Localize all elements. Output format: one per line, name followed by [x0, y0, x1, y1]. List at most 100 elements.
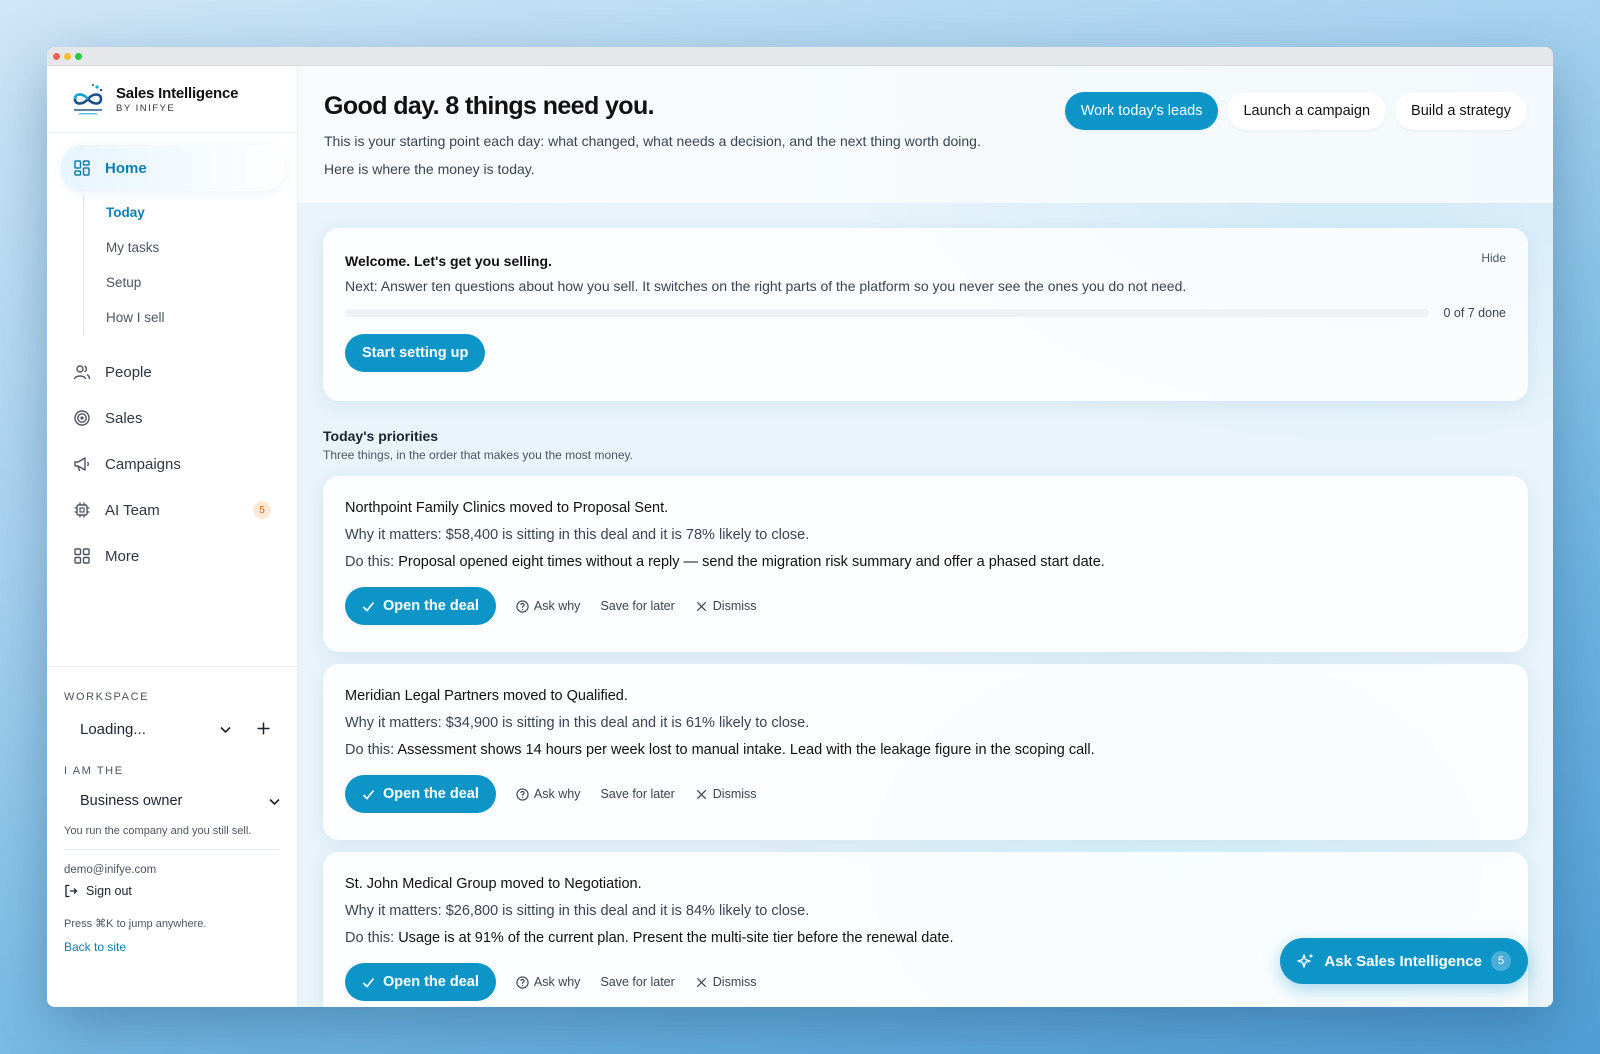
back-to-site-link[interactable]: Back to site: [64, 940, 280, 954]
people-icon: [73, 365, 91, 380]
subnav-item-my-tasks[interactable]: My tasks: [106, 230, 285, 265]
do-text: Usage is at 91% of the current plan. Pre…: [398, 930, 954, 946]
subnav-item-how-i-sell[interactable]: How I sell: [106, 300, 285, 335]
priority-do: Do this: Assessment shows 14 hours per w…: [345, 742, 1506, 758]
dismiss-button[interactable]: Dismiss: [695, 787, 757, 801]
app-window: Sales Intelligence BY INIFYE Home Today: [47, 47, 1553, 1007]
close-icon: [696, 789, 706, 799]
check-icon: [362, 789, 375, 800]
do-label: Do this:: [345, 930, 395, 946]
sidebar: Sales Intelligence BY INIFYE Home Today: [47, 66, 298, 1007]
why-text: $34,900 is sitting in this deal and it i…: [445, 715, 810, 731]
help-circle-icon: [516, 975, 529, 989]
ask-why-label: Ask why: [533, 975, 581, 989]
why-label: Why it matters:: [345, 903, 442, 919]
launch-campaign-button[interactable]: Launch a campaign: [1227, 92, 1387, 130]
priority-card: Meridian Legal Partners moved to Qualifi…: [323, 664, 1528, 840]
nav-item-ai-team[interactable]: AI Team 5: [61, 487, 285, 533]
maximize-window-button[interactable]: [75, 52, 82, 60]
open-deal-button[interactable]: Open the deal: [345, 587, 496, 625]
ask-assistant-button[interactable]: Ask Sales Intelligence 5: [1280, 938, 1528, 984]
why-text: $26,800 is sitting in this deal and it i…: [445, 903, 810, 919]
nav-item-label: Sales: [105, 409, 143, 427]
priority-why: Why it matters: $26,800 is sitting in th…: [345, 903, 1506, 919]
user-email: demo@inifye.com: [64, 864, 157, 876]
chevron-down-icon: [220, 722, 231, 737]
priority-actions: Open the deal Ask why Save for later Dis…: [345, 587, 1506, 625]
chevron-down-icon: [269, 794, 280, 809]
open-deal-button[interactable]: Open the deal: [345, 775, 496, 813]
nav-item-sales[interactable]: Sales: [61, 395, 285, 441]
progress-label: 0 of 7 done: [1443, 306, 1506, 320]
sign-out-label: Sign out: [86, 884, 132, 898]
check-icon: [362, 601, 375, 612]
nav-item-people[interactable]: People: [61, 349, 285, 395]
dismiss-label: Dismiss: [712, 787, 757, 801]
ask-why-label: Ask why: [533, 787, 581, 801]
dismiss-label: Dismiss: [712, 599, 757, 613]
subnav-item-setup[interactable]: Setup: [106, 265, 285, 300]
ai-team-badge: 5: [253, 501, 271, 519]
brand[interactable]: Sales Intelligence BY INIFYE: [47, 66, 297, 133]
nav-item-home[interactable]: Home: [61, 145, 285, 191]
open-deal-label: Open the deal: [383, 786, 479, 802]
why-label: Why it matters:: [345, 527, 442, 543]
chip-icon: [74, 502, 90, 518]
sparkles-icon: [1297, 953, 1314, 968]
add-workspace-button[interactable]: [257, 718, 270, 741]
target-icon: [74, 410, 90, 426]
brand-sub: BY INIFYE: [116, 102, 176, 114]
priority-card: Northpoint Family Clinics moved to Propo…: [323, 476, 1528, 652]
workspace-select[interactable]: Loading...: [64, 707, 280, 751]
open-deal-button[interactable]: Open the deal: [345, 963, 496, 1001]
save-for-later-button[interactable]: Save for later: [600, 599, 674, 613]
nav-item-more[interactable]: More: [61, 533, 285, 579]
nav-item-label: More: [105, 547, 140, 565]
close-window-button[interactable]: [53, 52, 60, 60]
priority-title: Northpoint Family Clinics moved to Propo…: [345, 500, 669, 516]
do-label: Do this:: [345, 742, 395, 758]
help-circle-icon: [516, 787, 529, 801]
help-circle-icon: [516, 599, 529, 613]
brand-logo-icon: [73, 84, 103, 115]
start-setup-button[interactable]: Start setting up: [345, 334, 486, 372]
hide-button[interactable]: Hide: [1481, 251, 1506, 265]
page-intro: This is your starting point each day: wh…: [324, 133, 981, 149]
why-text: $58,400 is sitting in this deal and it i…: [445, 527, 810, 543]
welcome-card: Welcome. Let's get you selling. Next: An…: [323, 228, 1528, 401]
welcome-description: Next: Answer ten questions about how you…: [345, 278, 1187, 294]
main-nav: Home Today My tasks Setup How I sell Peo…: [47, 133, 297, 579]
role-select[interactable]: Business owner: [64, 779, 280, 823]
work-leads-button[interactable]: Work today's leads: [1064, 92, 1219, 130]
home-subnav: Today My tasks Setup How I sell: [83, 195, 285, 335]
nav-item-campaigns[interactable]: Campaigns: [61, 441, 285, 487]
shortcut-hint: Press ⌘K to jump anywhere.: [64, 918, 207, 930]
close-icon: [696, 977, 706, 987]
ask-why-button[interactable]: Ask why: [516, 975, 581, 989]
priority-why: Why it matters: $58,400 is sitting in th…: [345, 527, 1506, 543]
sign-out-button[interactable]: Sign out: [64, 884, 280, 898]
role-label: I AM THE: [64, 765, 124, 777]
sign-out-icon: [65, 884, 78, 898]
save-for-later-button[interactable]: Save for later: [600, 787, 674, 801]
ask-why-button[interactable]: Ask why: [516, 787, 581, 801]
do-text: Assessment shows 14 hours per week lost …: [397, 742, 1095, 758]
dismiss-button[interactable]: Dismiss: [695, 975, 757, 989]
open-deal-label: Open the deal: [383, 974, 479, 990]
workspace-label: WORKSPACE: [64, 691, 150, 703]
ask-why-button[interactable]: Ask why: [516, 599, 580, 613]
open-deal-label: Open the deal: [383, 598, 479, 614]
dismiss-label: Dismiss: [712, 975, 757, 989]
minimize-window-button[interactable]: [64, 52, 71, 60]
dismiss-button[interactable]: Dismiss: [695, 599, 757, 613]
nav-item-label: Campaigns: [105, 455, 181, 473]
welcome-title: Welcome. Let's get you selling.: [345, 253, 552, 269]
subnav-item-today[interactable]: Today: [106, 195, 285, 230]
content-area: Welcome. Let's get you selling. Next: An…: [298, 203, 1553, 1007]
do-label: Do this:: [345, 554, 395, 570]
save-for-later-button[interactable]: Save for later: [600, 975, 674, 989]
check-icon: [362, 977, 375, 988]
dashboard-icon: [74, 160, 90, 176]
build-strategy-button[interactable]: Build a strategy: [1395, 92, 1527, 130]
priority-title: St. John Medical Group moved to Negotiat…: [345, 876, 642, 892]
